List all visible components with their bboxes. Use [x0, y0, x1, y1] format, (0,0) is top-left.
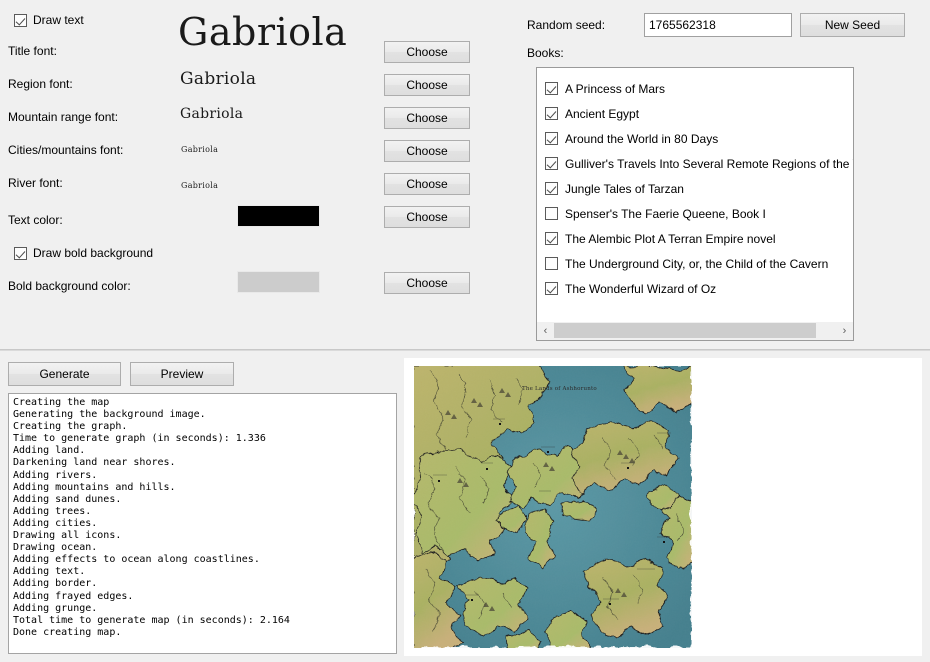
book-list-item[interactable]: Spenser's The Faerie Queene, Book I: [545, 201, 853, 226]
choose-mountain-range-font-button[interactable]: Choose: [384, 107, 470, 129]
log-output-textarea[interactable]: Creating the map Generating the backgrou…: [8, 393, 397, 654]
book-list-item[interactable]: Ancient Egypt: [545, 101, 853, 126]
checkbox-box[interactable]: [545, 107, 558, 120]
book-title: Around the World in 80 Days: [565, 131, 719, 146]
book-list-item[interactable]: Jungle Tales of Tarzan: [545, 176, 853, 201]
checkbox-box[interactable]: [545, 257, 558, 270]
checkbox-box[interactable]: [545, 157, 558, 170]
text-color-label: Text color:: [8, 213, 63, 227]
checkbox-box[interactable]: [14, 13, 27, 27]
random-seed-value: 1765562318: [649, 18, 716, 32]
generate-button[interactable]: Generate: [8, 362, 121, 386]
checkbox-box[interactable]: [545, 232, 558, 245]
scrollbar-thumb[interactable]: [554, 323, 817, 338]
book-title: Spenser's The Faerie Queene, Book I: [565, 206, 766, 221]
choose-title-font-button[interactable]: Choose: [384, 41, 470, 63]
random-seed-label: Random seed:: [527, 18, 606, 32]
checkbox-box[interactable]: [545, 282, 558, 295]
title-font-sample: Gabriola: [178, 10, 348, 54]
book-title: Jungle Tales of Tarzan: [565, 181, 684, 196]
book-list-item[interactable]: Around the World in 80 Days: [545, 126, 853, 151]
draw-text-label: Draw text: [33, 13, 84, 27]
book-title: The Alembic Plot A Terran Empire novel: [565, 231, 776, 246]
mountain-range-font-sample: Gabriola: [180, 106, 244, 122]
draw-bold-background-label: Draw bold background: [33, 246, 154, 260]
book-list-item[interactable]: The Underground City, or, the Child of t…: [545, 251, 853, 276]
choose-text-color-button[interactable]: Choose: [384, 206, 470, 228]
title-font-label: Title font:: [8, 44, 57, 58]
choose-river-font-button[interactable]: Choose: [384, 173, 470, 195]
map-preview-panel[interactable]: The Lands of Ashhorunto: [404, 358, 922, 656]
region-font-label: Region font:: [8, 77, 73, 91]
choose-cities-mountains-font-button[interactable]: Choose: [384, 140, 470, 162]
cities-mountains-font-sample: Gabriola: [181, 145, 219, 154]
book-title: Ancient Egypt: [565, 106, 640, 121]
text-color-swatch[interactable]: [237, 205, 320, 227]
preview-button[interactable]: Preview: [130, 362, 234, 386]
log-output-text: Creating the map Generating the backgrou…: [13, 397, 290, 638]
choose-region-font-button[interactable]: Choose: [384, 74, 470, 96]
books-list-box[interactable]: A Princess of Mars Ancient Egypt Around …: [536, 67, 854, 341]
checkbox-box[interactable]: [14, 246, 27, 260]
map-preview-image[interactable]: [411, 363, 695, 651]
book-title: The Wonderful Wizard of Oz: [565, 281, 717, 296]
checkbox-box[interactable]: [545, 207, 558, 220]
book-list-item[interactable]: Gulliver's Travels Into Several Remote R…: [545, 151, 853, 176]
checkbox-box[interactable]: [545, 82, 558, 95]
book-title: Gulliver's Travels Into Several Remote R…: [565, 156, 853, 171]
map-svg: [411, 363, 695, 651]
books-label: Books:: [527, 46, 564, 60]
book-title: The Underground City, or, the Child of t…: [565, 256, 829, 271]
river-font-label: River font:: [8, 176, 63, 190]
river-font-sample: Gabriola: [181, 181, 219, 190]
book-title: A Princess of Mars: [565, 81, 666, 96]
book-list-item[interactable]: A Princess of Mars: [545, 76, 853, 101]
bold-background-color-label: Bold background color:: [8, 279, 131, 293]
bold-background-color-swatch[interactable]: [237, 271, 320, 293]
books-list: A Princess of Mars Ancient Egypt Around …: [537, 68, 853, 321]
scroll-left-arrow-icon[interactable]: ‹: [537, 322, 554, 340]
draw-bold-background-checkbox[interactable]: Draw bold background: [14, 246, 153, 260]
region-font-sample: Gabriola: [180, 69, 257, 89]
checkbox-box[interactable]: [545, 132, 558, 145]
book-list-item[interactable]: The Alembic Plot A Terran Empire novel: [545, 226, 853, 251]
cities-mountains-font-label: Cities/mountains font:: [8, 143, 124, 157]
choose-bold-background-color-button[interactable]: Choose: [384, 272, 470, 294]
draw-text-checkbox[interactable]: Draw text: [14, 13, 84, 27]
new-seed-button[interactable]: New Seed: [800, 13, 905, 37]
scrollbar-track[interactable]: [554, 322, 836, 340]
map-title-text: The Lands of Ashhorunto: [522, 386, 597, 392]
books-horizontal-scrollbar[interactable]: ‹ ›: [537, 321, 853, 340]
scroll-right-arrow-icon[interactable]: ›: [836, 322, 853, 340]
checkbox-box[interactable]: [545, 182, 558, 195]
random-seed-input[interactable]: 1765562318: [644, 13, 792, 37]
mountain-range-font-label: Mountain range font:: [8, 110, 119, 124]
text-settings-panel: Draw text Title font: Region font: Mount…: [0, 0, 930, 349]
book-list-item[interactable]: The Wonderful Wizard of Oz: [545, 276, 853, 301]
map-generator-window: Draw text Title font: Region font: Mount…: [0, 0, 930, 662]
